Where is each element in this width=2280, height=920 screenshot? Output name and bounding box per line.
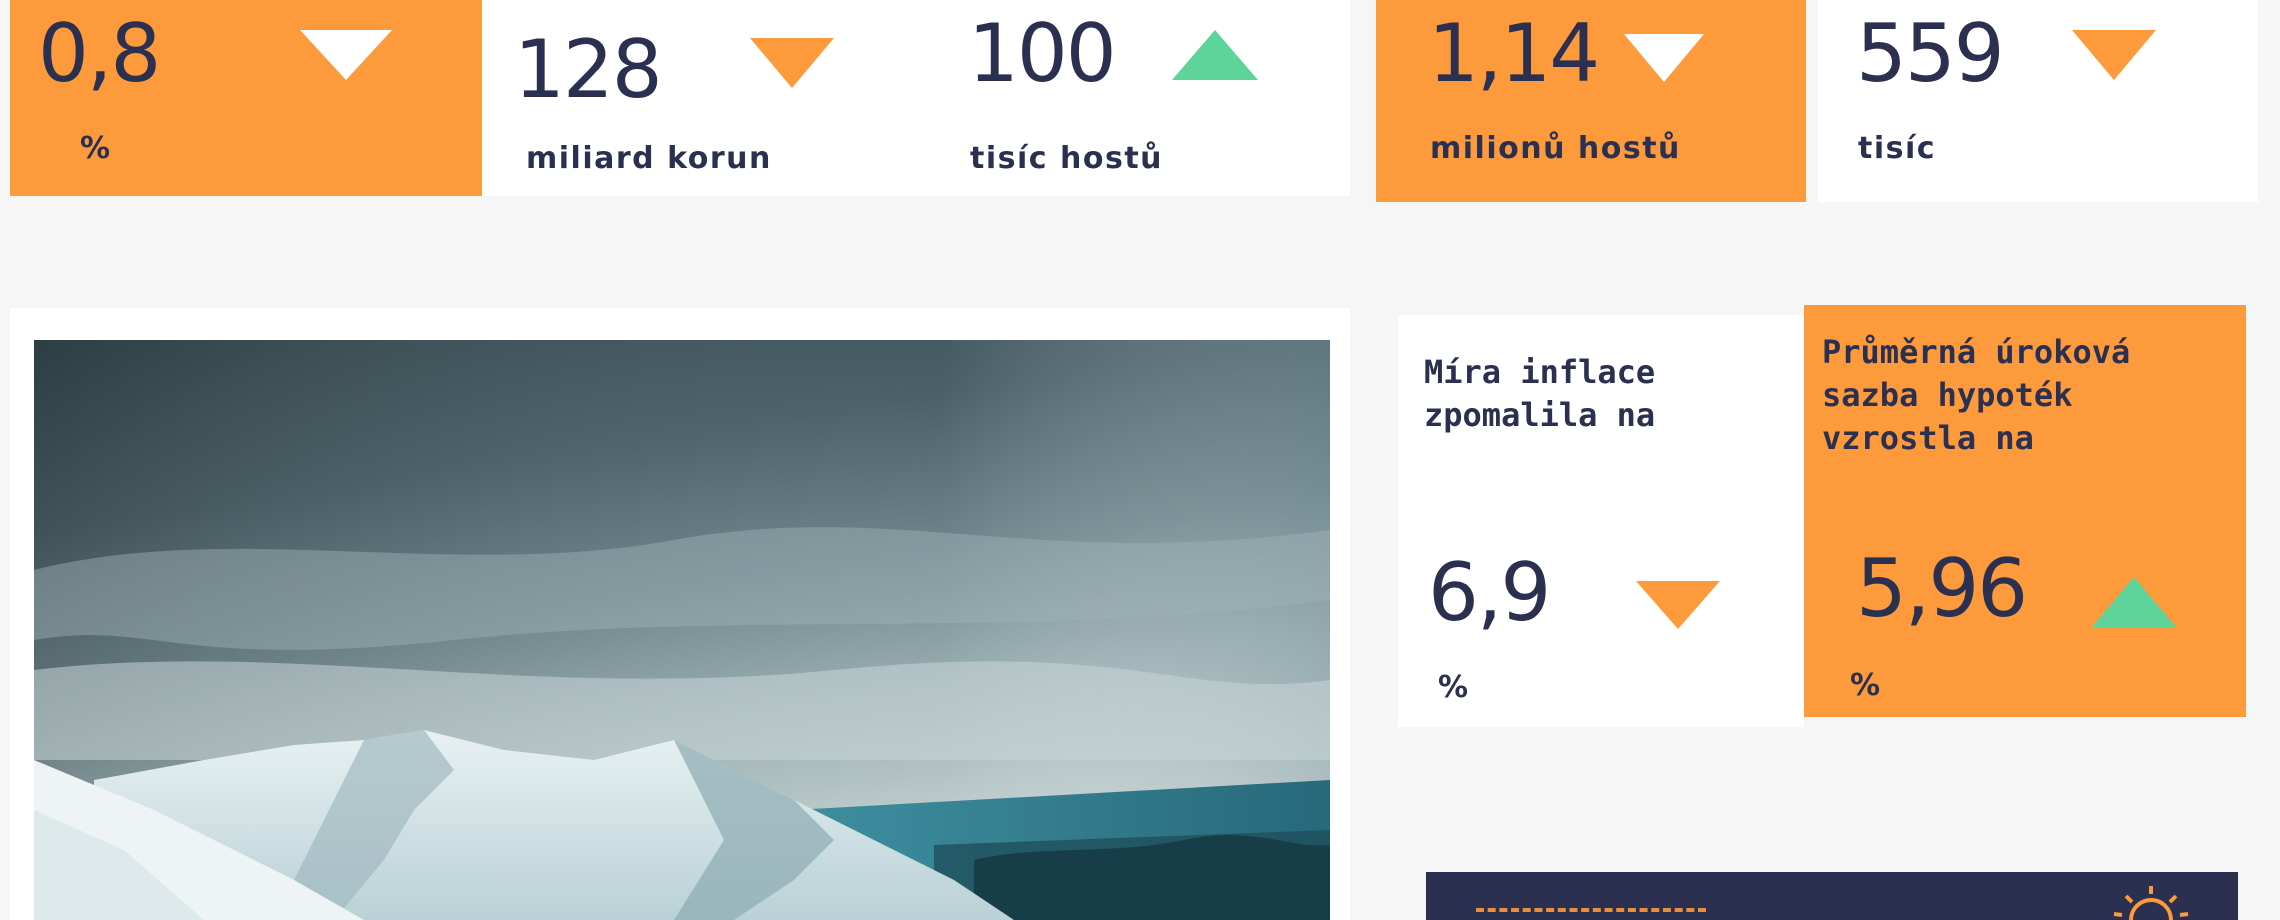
navy-banner[interactable]: [1426, 872, 2238, 920]
stat-value: 1,14: [1428, 7, 1600, 100]
stat-card-billion: 128 miliard korun: [482, 0, 922, 196]
stat-card-growth: 0,8 %: [10, 0, 482, 196]
mortgage-unit: %: [1850, 668, 1882, 703]
stat-unit: miliard korun: [526, 141, 772, 176]
mortgage-rate-card: Průměrná úroková sazba hypoték vzrostla …: [1804, 305, 2246, 717]
stat-card-thousand: 559 tisíc: [1818, 0, 2258, 202]
stat-card-million-guests: 1,14 milionů hostů: [1376, 0, 1806, 202]
triangle-down-orange-icon: [1636, 581, 1720, 629]
stat-unit: tisíc: [1858, 131, 1937, 166]
stat-value: 100: [968, 7, 1117, 100]
inflation-value: 6,9: [1428, 546, 1551, 639]
triangle-down-orange-icon: [750, 38, 834, 88]
triangle-down-orange-icon: [2072, 30, 2156, 80]
inflation-heading: Míra inflace zpomalila na: [1424, 353, 1656, 434]
mortgage-value: 5,96: [1856, 542, 2028, 635]
stat-unit: milionů hostů: [1430, 131, 1681, 166]
article-card[interactable]: [10, 308, 1350, 920]
stat-unit: tisíc hostů: [970, 141, 1164, 176]
inflation-unit: %: [1438, 670, 1470, 705]
stat-card-group: 128 miliard korun 100 tisíc hostů: [482, 0, 1350, 196]
snowy-mountains-photo[interactable]: [34, 340, 1330, 920]
stat-card-guests: 100 tisíc hostů: [922, 0, 1350, 196]
triangle-up-green-icon: [1172, 30, 1258, 80]
mortgage-heading: Průměrná úroková sazba hypoték vzrostla …: [1822, 333, 2131, 457]
stat-value: 128: [514, 23, 663, 116]
stat-unit: %: [80, 131, 112, 166]
sun-icon: [2113, 886, 2189, 920]
triangle-up-green-icon: [2092, 577, 2176, 627]
stat-value: 0,8: [38, 7, 161, 100]
stat-value: 559: [1856, 7, 2005, 100]
inflation-card: Míra inflace zpomalila na 6,9 %: [1398, 315, 1804, 727]
triangle-down-white-icon: [300, 30, 392, 80]
triangle-down-white-icon: [1624, 34, 1704, 82]
banner-text-fragment: [1476, 908, 1706, 920]
